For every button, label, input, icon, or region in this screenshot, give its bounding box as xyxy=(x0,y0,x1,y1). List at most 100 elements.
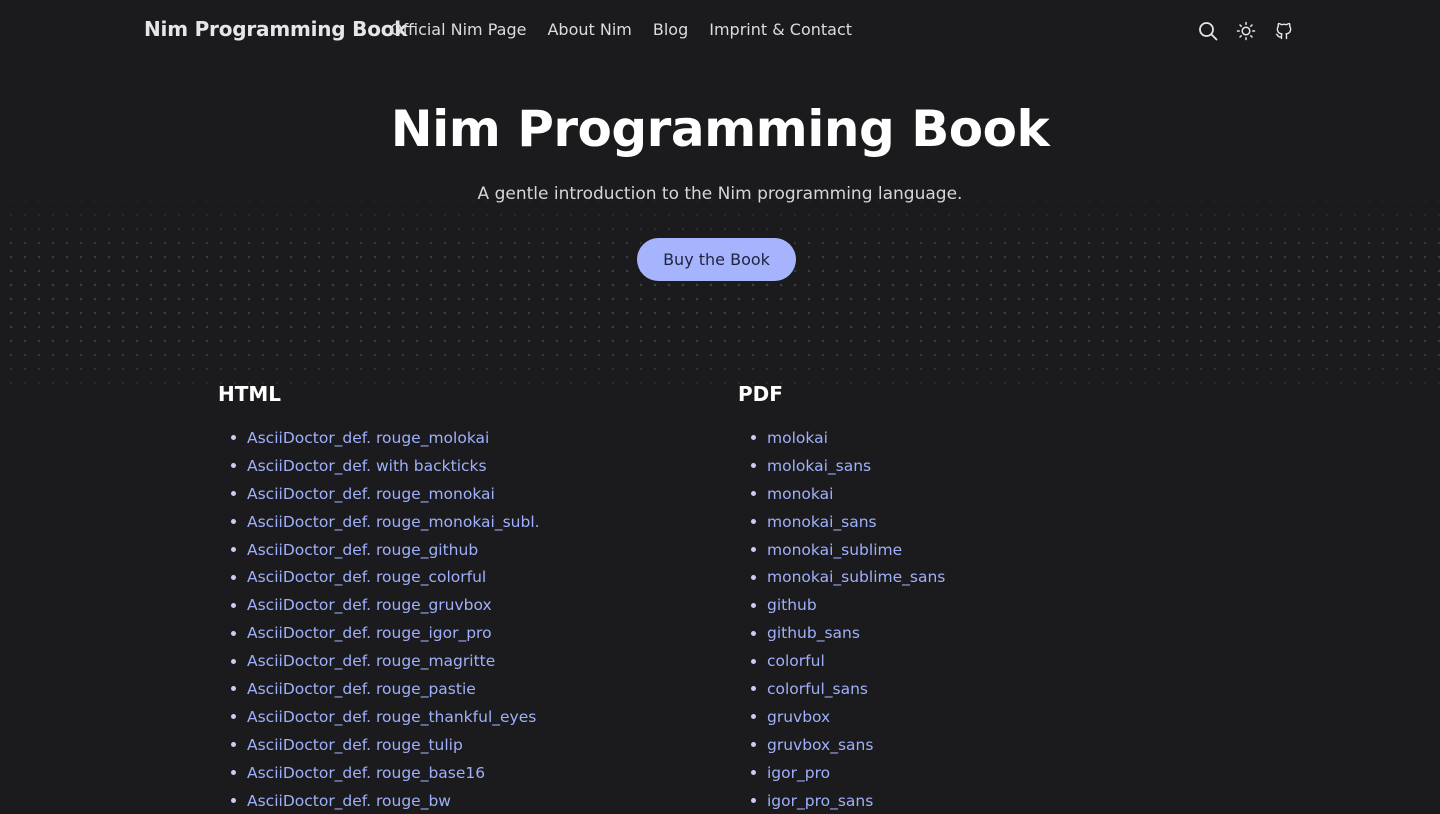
hero-subtitle: A gentle introduction to the Nim program… xyxy=(477,184,963,204)
buy-the-book-button[interactable]: Buy the Book xyxy=(637,238,796,281)
list-item: AsciiDoctor_def. rouge_monokai xyxy=(218,480,540,508)
list-item: colorful xyxy=(738,647,945,675)
nav-link-about-nim[interactable]: About Nim xyxy=(547,20,631,39)
html-theme-link[interactable]: AsciiDoctor_def. rouge_tulip xyxy=(247,736,463,754)
list-item: colorful_sans xyxy=(738,675,945,703)
hero-title: Nim Programming Book xyxy=(390,100,1050,158)
html-theme-link[interactable]: AsciiDoctor_def. rouge_base16 xyxy=(247,764,485,782)
list-item: AsciiDoctor_def. rouge_pastie xyxy=(218,675,540,703)
list-item: monokai_sans xyxy=(738,508,945,536)
bullet-icon xyxy=(231,574,236,580)
bullet-icon xyxy=(751,714,756,720)
pdf-theme-link[interactable]: github xyxy=(767,596,817,614)
pdf-theme-link[interactable]: gruvbox xyxy=(767,708,830,726)
bullet-icon xyxy=(751,463,756,469)
list-item: molokai xyxy=(738,424,945,452)
bullet-icon xyxy=(231,547,236,552)
site-brand-link[interactable]: Nim Programming Book xyxy=(144,17,408,41)
html-theme-link[interactable]: AsciiDoctor_def. with backticks xyxy=(247,457,487,475)
pdf-theme-link[interactable]: colorful_sans xyxy=(767,680,868,698)
bullet-icon xyxy=(751,742,756,748)
pdf-theme-link[interactable]: molokai xyxy=(767,429,828,447)
bullet-icon xyxy=(751,658,756,664)
list-item: AsciiDoctor_def. rouge_base16 xyxy=(218,759,540,787)
list-item: AsciiDoctor_def. rouge_magritte xyxy=(218,647,540,675)
html-list: AsciiDoctor_def. rouge_molokai AsciiDoct… xyxy=(218,424,540,814)
list-item: AsciiDoctor_def. rouge_github xyxy=(218,536,540,564)
bullet-icon xyxy=(751,798,756,804)
pdf-list: molokai molokai_sans monokai monokai_san… xyxy=(738,424,945,814)
pdf-theme-link[interactable]: colorful xyxy=(767,652,825,670)
html-theme-link[interactable]: AsciiDoctor_def. rouge_magritte xyxy=(247,652,495,670)
pdf-theme-link[interactable]: github_sans xyxy=(767,624,860,642)
nav-links: Official Nim Page About Nim Blog Imprint… xyxy=(390,20,873,39)
pdf-theme-link[interactable]: molokai_sans xyxy=(767,457,871,475)
html-theme-link[interactable]: AsciiDoctor_def. rouge_gruvbox xyxy=(247,596,492,614)
bullet-icon xyxy=(751,519,756,525)
html-downloads-section: HTML AsciiDoctor_def. rouge_molokai Asci… xyxy=(218,382,698,810)
html-theme-link[interactable]: AsciiDoctor_def. rouge_github xyxy=(247,541,478,559)
pdf-theme-link[interactable]: monokai_sublime xyxy=(767,541,902,559)
bullet-icon xyxy=(751,630,756,636)
bullet-icon xyxy=(231,435,236,441)
list-item: AsciiDoctor_def. rouge_monokai_subl. xyxy=(218,508,540,536)
github-icon[interactable] xyxy=(1272,19,1296,43)
html-theme-link[interactable]: AsciiDoctor_def. rouge_igor_pro xyxy=(247,624,492,642)
nav-link-official-nim-page[interactable]: Official Nim Page xyxy=(390,20,526,39)
bullet-icon xyxy=(231,630,236,636)
nav-link-blog[interactable]: Blog xyxy=(653,20,688,39)
bullet-icon xyxy=(231,658,236,664)
list-item: gruvbox xyxy=(738,703,945,731)
html-heading: HTML xyxy=(218,382,282,406)
nav-link-imprint-contact[interactable]: Imprint & Contact xyxy=(709,20,852,39)
pdf-theme-link[interactable]: igor_pro xyxy=(767,764,830,782)
pdf-heading: PDF xyxy=(738,382,783,406)
bullet-icon xyxy=(751,435,756,441)
bullet-icon xyxy=(231,770,236,776)
list-item: AsciiDoctor_def. with backticks xyxy=(218,452,540,480)
theme-toggle-icon[interactable] xyxy=(1234,19,1258,43)
list-item: igor_pro xyxy=(738,759,945,787)
list-item: AsciiDoctor_def. rouge_igor_pro xyxy=(218,619,540,647)
list-item: monokai_sublime_sans xyxy=(738,563,945,591)
hero-section: Nim Programming Book A gentle introducti… xyxy=(0,60,1440,385)
nav-icon-group xyxy=(1196,19,1296,43)
bullet-icon xyxy=(231,602,236,608)
bullet-icon xyxy=(751,602,756,608)
bullet-icon xyxy=(231,463,236,469)
bullet-icon xyxy=(231,714,236,720)
bullet-icon xyxy=(751,574,756,580)
html-theme-link[interactable]: AsciiDoctor_def. rouge_monokai xyxy=(247,485,495,503)
dot-pattern-background xyxy=(0,190,1440,385)
pdf-theme-link[interactable]: gruvbox_sans xyxy=(767,736,873,754)
bullet-icon xyxy=(231,491,236,497)
pdf-theme-link[interactable]: monokai_sublime_sans xyxy=(767,568,945,586)
list-item: AsciiDoctor_def. rouge_molokai xyxy=(218,424,540,452)
list-item: AsciiDoctor_def. rouge_colorful xyxy=(218,563,540,591)
html-theme-link[interactable]: AsciiDoctor_def. rouge_colorful xyxy=(247,568,486,586)
search-icon[interactable] xyxy=(1196,19,1220,43)
list-item: gruvbox_sans xyxy=(738,731,945,759)
html-theme-link[interactable]: AsciiDoctor_def. rouge_monokai_subl. xyxy=(247,513,540,531)
pdf-theme-link[interactable]: igor_pro_sans xyxy=(767,792,873,810)
list-item: molokai_sans xyxy=(738,452,945,480)
bullet-icon xyxy=(231,519,236,525)
pdf-downloads-section: PDF molokai molokai_sans monokai monokai… xyxy=(738,382,1218,810)
list-item: github xyxy=(738,591,945,619)
list-item: github_sans xyxy=(738,619,945,647)
list-item: monokai_sublime xyxy=(738,536,945,564)
bullet-icon xyxy=(231,742,236,748)
html-theme-link[interactable]: AsciiDoctor_def. rouge_molokai xyxy=(247,429,489,447)
pdf-theme-link[interactable]: monokai_sans xyxy=(767,513,877,531)
bullet-icon xyxy=(751,491,756,497)
html-theme-link[interactable]: AsciiDoctor_def. rouge_pastie xyxy=(247,680,476,698)
html-theme-link[interactable]: AsciiDoctor_def. rouge_bw xyxy=(247,792,451,810)
list-item: AsciiDoctor_def. rouge_thankful_eyes xyxy=(218,703,540,731)
bullet-icon xyxy=(231,686,236,692)
top-navbar: Nim Programming Book Official Nim Page A… xyxy=(0,0,1440,60)
list-item: AsciiDoctor_def. rouge_tulip xyxy=(218,731,540,759)
html-theme-link[interactable]: AsciiDoctor_def. rouge_thankful_eyes xyxy=(247,708,536,726)
pdf-theme-link[interactable]: monokai xyxy=(767,485,833,503)
list-item: AsciiDoctor_def. rouge_gruvbox xyxy=(218,591,540,619)
bullet-icon xyxy=(751,547,756,552)
